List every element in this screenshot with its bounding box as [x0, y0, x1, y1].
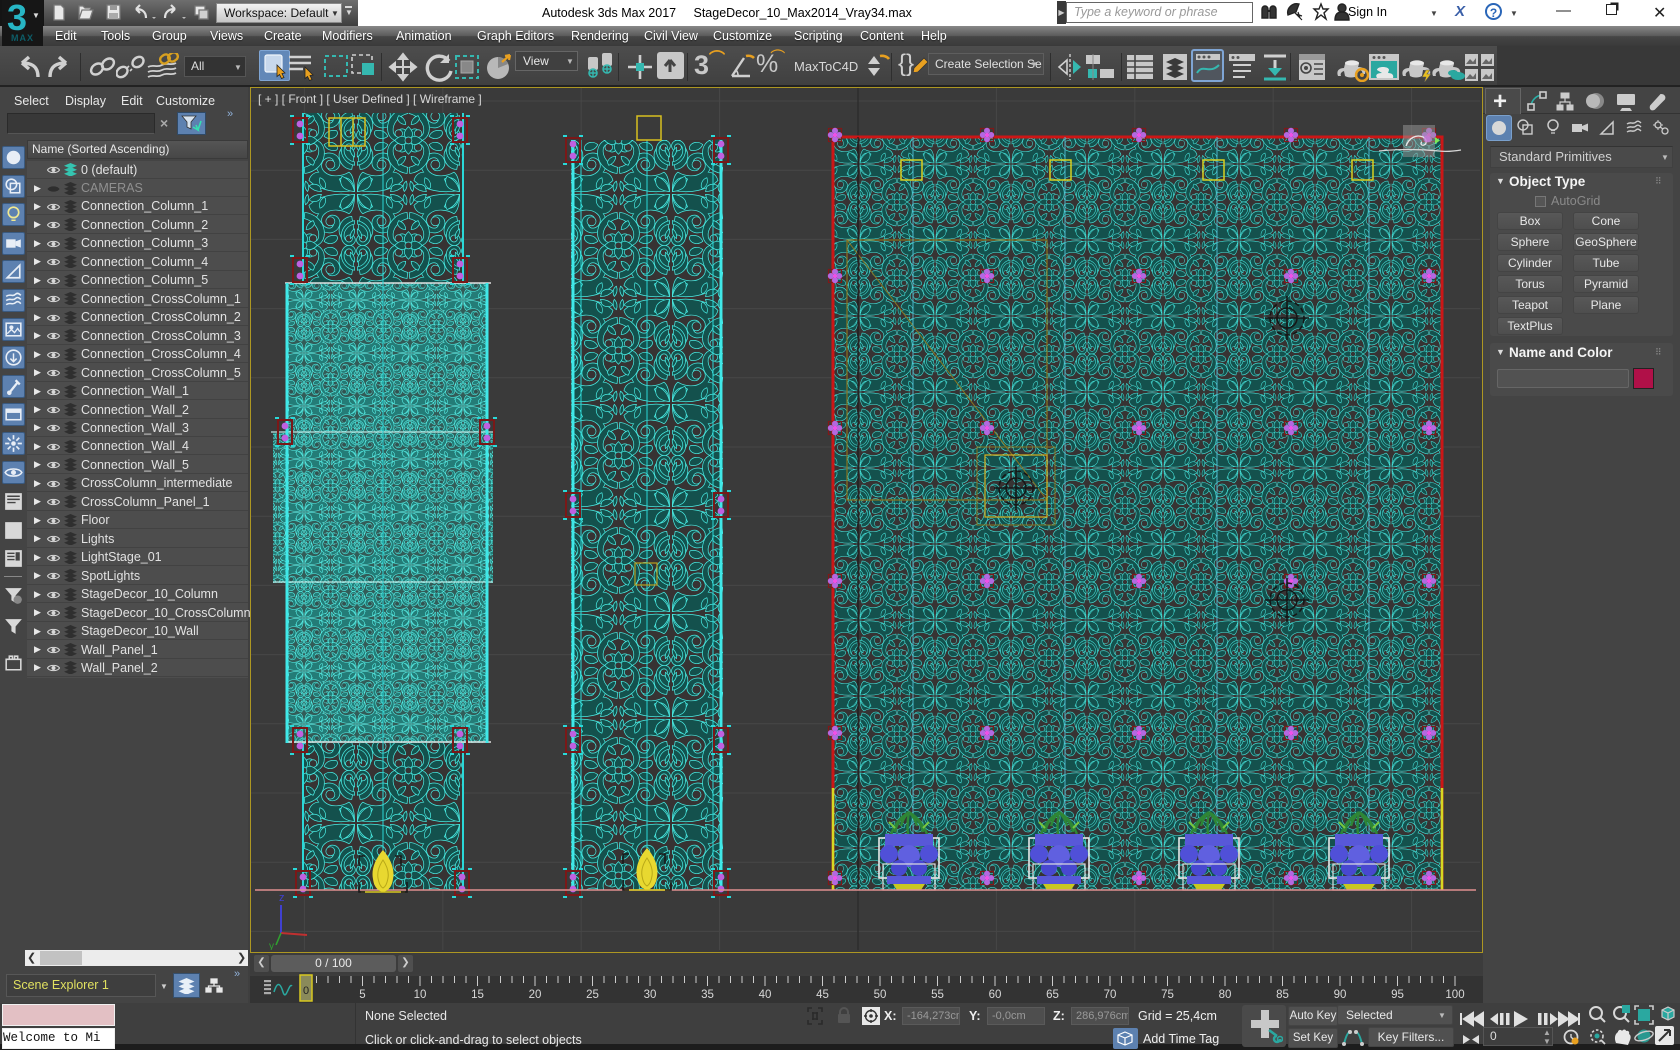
svg-text:40: 40 — [759, 989, 772, 1001]
svg-text:90: 90 — [1334, 989, 1347, 1001]
svg-text:70: 70 — [1104, 989, 1117, 1001]
svg-text:65: 65 — [1046, 989, 1059, 1001]
svg-text:60: 60 — [989, 989, 1002, 1001]
svg-text:45: 45 — [816, 989, 829, 1001]
svg-text:50: 50 — [874, 989, 887, 1001]
svg-text:55: 55 — [931, 989, 944, 1001]
svg-text:95: 95 — [1391, 989, 1404, 1001]
svg-text:20: 20 — [529, 989, 542, 1001]
svg-text:85: 85 — [1276, 989, 1289, 1001]
svg-text:y: y — [269, 941, 274, 950]
svg-text:0: 0 — [303, 985, 309, 997]
svg-text:25: 25 — [586, 989, 599, 1001]
svg-text:100: 100 — [1445, 989, 1464, 1001]
svg-text:z: z — [279, 892, 285, 904]
svg-text:30: 30 — [644, 989, 657, 1001]
svg-text:15: 15 — [471, 989, 484, 1001]
svg-text:75: 75 — [1161, 989, 1174, 1001]
svg-text:10: 10 — [414, 989, 427, 1001]
svg-text:80: 80 — [1219, 989, 1232, 1001]
svg-text:5: 5 — [359, 989, 365, 1001]
svg-text:35: 35 — [701, 989, 714, 1001]
